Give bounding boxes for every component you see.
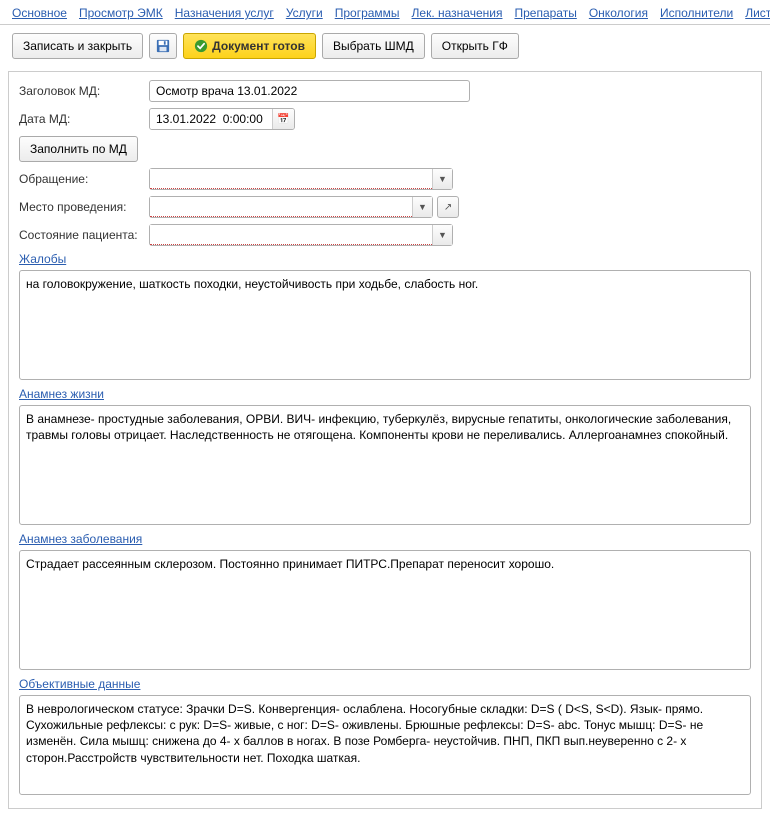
place-combo: ▼: [149, 196, 433, 218]
document-ready-button[interactable]: Документ готов: [183, 33, 316, 59]
document-ready-label: Документ готов: [212, 39, 305, 53]
complaints-section-link[interactable]: Жалобы: [19, 252, 751, 266]
fill-by-md-button[interactable]: Заполнить по МД: [19, 136, 138, 162]
date-label: Дата МД:: [19, 112, 149, 126]
save-button[interactable]: [149, 33, 177, 59]
tab-drug-assign[interactable]: Лек. назначения: [412, 6, 503, 20]
objective-section-link[interactable]: Объективные данные: [19, 677, 751, 691]
appeal-combo: ▼: [149, 168, 453, 190]
select-shmd-button[interactable]: Выбрать ШМД: [322, 33, 425, 59]
floppy-icon: [156, 39, 170, 53]
objective-textarea[interactable]: [19, 695, 751, 795]
chevron-down-icon: ▼: [438, 174, 447, 184]
tab-drugs[interactable]: Препараты: [514, 6, 576, 20]
place-label: Место проведения:: [19, 200, 149, 214]
tab-oncology[interactable]: Онкология: [589, 6, 648, 20]
calendar-button[interactable]: 📅: [272, 109, 294, 129]
state-combo: ▼: [149, 224, 453, 246]
tab-emk[interactable]: Просмотр ЭМК: [79, 6, 163, 20]
tab-programs[interactable]: Программы: [335, 6, 400, 20]
chevron-down-icon: ▼: [438, 230, 447, 240]
place-dropdown-button[interactable]: ▼: [412, 197, 432, 217]
date-input[interactable]: [150, 109, 272, 129]
appeal-dropdown-button[interactable]: ▼: [432, 169, 452, 189]
place-input[interactable]: [150, 197, 412, 217]
date-field: 📅: [149, 108, 295, 130]
tab-main[interactable]: Основное: [12, 6, 67, 20]
tab-services[interactable]: Услуги: [286, 6, 323, 20]
chevron-down-icon: ▼: [418, 202, 427, 212]
anamnesis-life-textarea[interactable]: [19, 405, 751, 525]
title-input[interactable]: [149, 80, 470, 102]
state-dropdown-button[interactable]: ▼: [432, 225, 452, 245]
place-open-button[interactable]: ↗: [437, 196, 459, 218]
appeal-input[interactable]: [150, 169, 432, 189]
form-panel: Заголовок МД: Дата МД: 📅 Заполнить по МД…: [8, 71, 762, 809]
checkmark-icon: [194, 39, 208, 53]
open-external-icon: ↗: [444, 202, 452, 213]
state-input[interactable]: [150, 225, 432, 245]
calendar-icon: 📅: [277, 114, 289, 125]
save-and-close-button[interactable]: Записать и закрыть: [12, 33, 143, 59]
anamnesis-life-section-link[interactable]: Анамнез жизни: [19, 387, 751, 401]
tab-sick-leaves[interactable]: Листки нетрудос: [745, 6, 770, 20]
tab-service-assign[interactable]: Назначения услуг: [175, 6, 274, 20]
tab-executors[interactable]: Исполнители: [660, 6, 733, 20]
open-gf-button[interactable]: Открыть ГФ: [431, 33, 519, 59]
complaints-textarea[interactable]: [19, 270, 751, 380]
toolbar: Записать и закрыть Документ готов Выбрат…: [0, 25, 770, 67]
state-label: Состояние пациента:: [19, 228, 149, 242]
appeal-label: Обращение:: [19, 172, 149, 186]
nav-tabs: Основное Просмотр ЭМК Назначения услуг У…: [0, 0, 770, 25]
anamnesis-disease-textarea[interactable]: [19, 550, 751, 670]
anamnesis-disease-section-link[interactable]: Анамнез заболевания: [19, 532, 751, 546]
title-label: Заголовок МД:: [19, 84, 149, 98]
